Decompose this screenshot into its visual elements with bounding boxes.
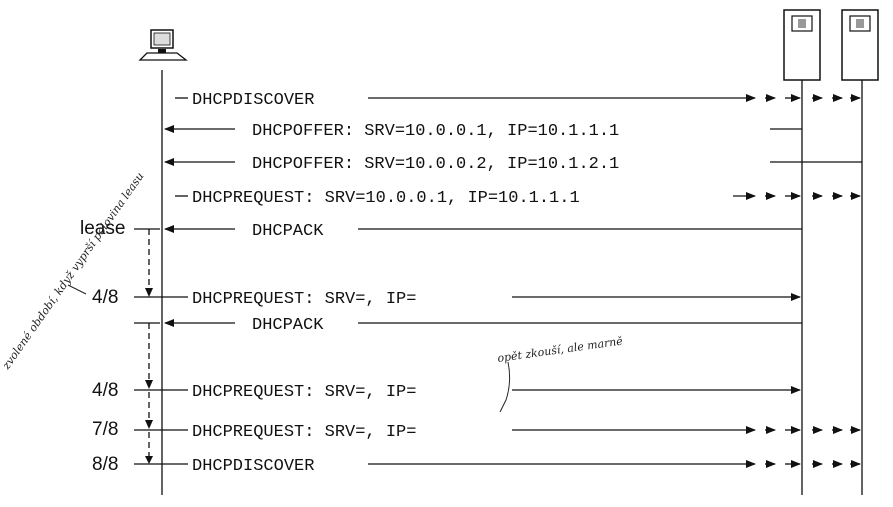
- message-label: DHCPDISCOVER: [192, 91, 314, 110]
- message-label: DHCPOFFER: SRV=10.0.0.2, IP=10.1.2.1: [252, 155, 619, 174]
- svg-text:zvolené období, když vyprší po: zvolené období, když vyprší polovina lea…: [0, 170, 147, 373]
- message-dhcprequest-3: 4/8 DHCPREQUEST: SRV=, IP=: [92, 380, 801, 429]
- handwritten-pointer: [67, 284, 87, 295]
- message-dhcpack-1: DHCPACK: [164, 222, 802, 241]
- timer-label-t1b: 4/8: [92, 380, 118, 401]
- message-dhcpdiscover-1: DHCPDISCOVER: [175, 91, 861, 110]
- timer-lease: lease: [80, 218, 160, 297]
- timer-label-t3: 8/8: [92, 454, 118, 475]
- timer-label-t1: 4/8: [92, 287, 118, 308]
- dhcp-sequence-diagram: DHCPDISCOVER DHCPOFFER: SRV=10.0.0.1, IP…: [0, 9, 879, 495]
- handwritten-note-top: opět zkouší, ale marně: [497, 334, 624, 365]
- message-label: DHCPREQUEST: SRV=, IP=: [192, 383, 416, 402]
- svg-text:opět zkouší, ale marně: opět zkouší, ale marně: [497, 334, 624, 365]
- message-dhcpoffer-2: DHCPOFFER: SRV=10.0.0.2, IP=10.1.2.1: [164, 155, 862, 174]
- message-dhcprequest-2: 4/8 DHCPREQUEST: SRV=, IP=: [92, 287, 801, 309]
- message-dhcpack-2: DHCPACK: [134, 316, 802, 389]
- timer-label-t2: 7/8: [92, 419, 118, 440]
- message-label: DHCPOFFER: SRV=10.0.0.1, IP=10.1.1.1: [252, 122, 619, 141]
- message-label: DHCPACK: [252, 316, 324, 335]
- server-2-icon: [841, 9, 879, 81]
- message-label: DHCPREQUEST: SRV=10.0.0.1, IP=10.1.1.1: [192, 189, 580, 208]
- message-label: DHCPREQUEST: SRV=, IP=: [192, 423, 416, 442]
- message-label: DHCPDISCOVER: [192, 457, 314, 476]
- message-dhcprequest-1: DHCPREQUEST: SRV=10.0.0.1, IP=10.1.1.1: [175, 189, 861, 208]
- handwritten-bracket: [499, 361, 511, 413]
- message-dhcpoffer-1: DHCPOFFER: SRV=10.0.0.1, IP=10.1.1.1: [164, 122, 802, 141]
- handwritten-note-left: zvolené období, když vyprší polovina lea…: [0, 170, 147, 373]
- client-computer-icon: [138, 29, 188, 61]
- server-1-icon: [783, 9, 821, 81]
- message-label: DHCPREQUEST: SRV=, IP=: [192, 290, 416, 309]
- message-dhcpdiscover-2: 8/8 DHCPDISCOVER: [92, 454, 861, 476]
- message-label: DHCPACK: [252, 222, 324, 241]
